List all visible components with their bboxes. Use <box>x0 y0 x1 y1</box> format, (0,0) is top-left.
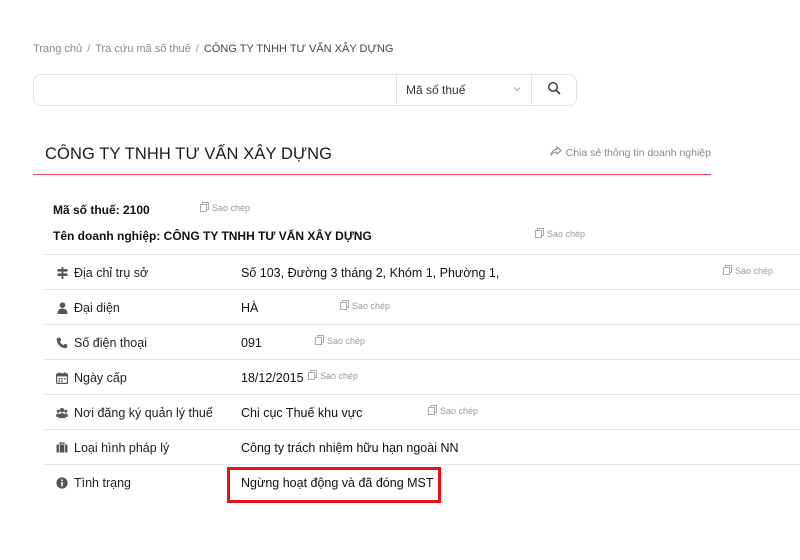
row-value: HÀ <box>241 300 259 315</box>
copy-label: Sao chép <box>327 336 366 346</box>
search-button[interactable] <box>531 75 576 105</box>
tax-code: Mã số thuế: 2100 <box>53 203 150 217</box>
copy-icon <box>340 300 349 312</box>
copy-label: Sao chép <box>352 301 391 311</box>
breadcrumb-lookup[interactable]: Tra cứu mã số thuế <box>95 43 191 55</box>
share-icon <box>550 145 562 160</box>
copy-icon <box>723 265 732 277</box>
row-address: Địa chỉ trụ sở Số 103, Đường 3 tháng 2, … <box>44 255 800 290</box>
copy-tax-office-button[interactable]: Sao chép <box>428 405 478 417</box>
row-issue-date: Ngày cấp 18/12/2015 Sao chép <box>44 360 800 395</box>
row-legal-type: Loại hình pháp lý Công ty trách nhiệm hữ… <box>44 430 800 465</box>
company-header: CÔNG TY TNHH TƯ VẤN XÂY DỰNG Chia sẻ thô… <box>33 138 711 175</box>
row-label: Số điện thoại <box>74 335 147 350</box>
search-bar: Mã số thuế <box>33 74 577 106</box>
company-info-card: Mã số thuế: 2100 Sao chép Tên doanh nghi… <box>44 175 800 500</box>
copy-issue-date-button[interactable]: Sao chép <box>308 370 358 382</box>
company-summary: Mã số thuế: 2100 Sao chép Tên doanh nghi… <box>44 175 800 255</box>
signpost-icon <box>56 266 68 279</box>
breadcrumb-separator: / <box>87 43 91 55</box>
briefcase-icon <box>56 442 68 453</box>
copy-phone-button[interactable]: Sao chép <box>315 335 365 347</box>
row-representative: Đại diện HÀ Sao chép <box>44 290 800 325</box>
row-label: Nơi đăng ký quản lý thuế <box>74 405 213 420</box>
row-value: 091 <box>241 335 262 350</box>
copy-representative-button[interactable]: Sao chép <box>340 300 390 312</box>
row-label: Địa chỉ trụ sở <box>74 265 149 280</box>
copy-label: Sao chép <box>212 203 251 213</box>
search-type-selected: Mã số thuế <box>406 83 466 97</box>
company-name: Tên doanh nghiệp: CÔNG TY TNHH TƯ VẤN XÂ… <box>53 229 372 243</box>
chevron-down-icon <box>512 83 522 97</box>
users-icon <box>56 407 68 419</box>
copy-icon <box>308 370 317 382</box>
copy-tax-code-button[interactable]: Sao chép <box>200 202 250 214</box>
company-title: CÔNG TY TNHH TƯ VẤN XÂY DỰNG <box>45 145 333 163</box>
copy-icon <box>535 228 544 240</box>
copy-label: Sao chép <box>320 371 359 381</box>
row-label: Tình trạng <box>74 475 131 490</box>
breadcrumb: Trang chủ / Tra cứu mã số thuế / CÔNG TY TNH… <box>33 43 393 55</box>
share-link[interactable]: Chia sẻ thông tin doanh nghiệp <box>550 145 711 160</box>
search-type-select[interactable]: Mã số thuế <box>396 75 531 105</box>
row-phone: Số điện thoại 091 Sao chép <box>44 325 800 360</box>
row-label: Ngày cấp <box>74 370 127 385</box>
row-tax-office: Nơi đăng ký quản lý thuế Chi cục Thuế kh… <box>44 395 800 430</box>
breadcrumb-current: CÔNG TY TNHH TƯ VẤN XÂY DỰNG <box>203 43 394 55</box>
breadcrumb-separator: / <box>195 43 199 55</box>
row-value: Số 103, Đường 3 tháng 2, Khóm 1, Phường … <box>241 265 500 280</box>
copy-label: Sao chép <box>547 229 586 239</box>
copy-icon <box>315 335 324 347</box>
copy-icon <box>428 405 437 417</box>
calendar-icon <box>56 371 68 384</box>
copy-icon <box>200 202 209 214</box>
row-value: Công ty trách nhiệm hữu hạn ngoài NN <box>241 440 459 455</box>
copy-label: Sao chép <box>440 406 479 416</box>
share-label: Chia sẻ thông tin doanh nghiệp <box>565 147 711 159</box>
row-value: 18/12/2015 <box>241 370 304 385</box>
phone-icon <box>56 337 68 349</box>
copy-label: Sao chép <box>735 266 774 276</box>
row-label: Loại hình pháp lý <box>74 440 170 455</box>
search-input[interactable] <box>34 75 396 105</box>
copy-company-name-button[interactable]: Sao chép <box>535 228 585 240</box>
breadcrumb-home[interactable]: Trang chủ <box>33 43 82 55</box>
info-icon <box>56 476 68 489</box>
row-label: Đại diện <box>74 300 120 315</box>
row-value: Chi cục Thuế khu vực <box>241 405 363 420</box>
copy-address-button[interactable]: Sao chép <box>723 265 773 277</box>
user-icon <box>56 301 68 314</box>
search-icon <box>547 81 561 100</box>
status-highlight-box <box>227 467 441 503</box>
